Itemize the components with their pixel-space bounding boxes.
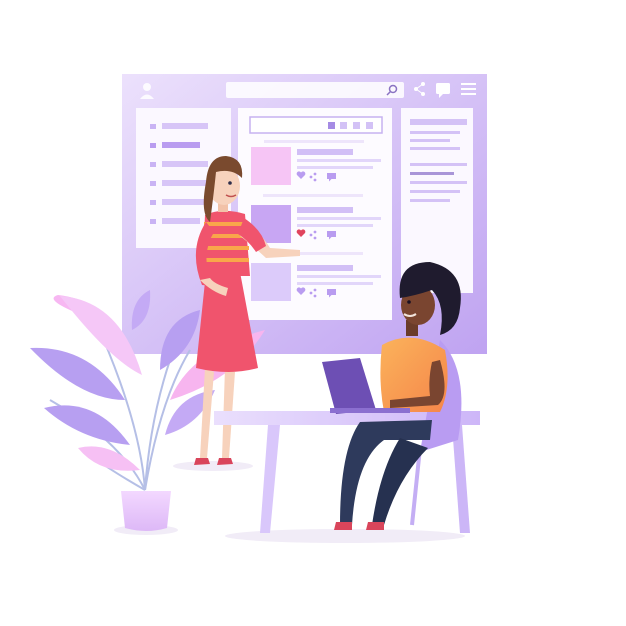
post-text-bar: [297, 224, 373, 227]
post-text-bar: [297, 275, 381, 278]
leaf: [78, 446, 140, 471]
post-text-bar: [297, 159, 381, 162]
floor-shadow-standing: [173, 461, 253, 471]
plant-pot: [121, 491, 171, 531]
leaf: [44, 405, 130, 445]
feed-search-input[interactable]: [249, 116, 383, 134]
post-title-bar: [297, 149, 353, 155]
laptop[interactable]: [322, 358, 376, 414]
post-title-bar: [297, 265, 353, 271]
post-thumbnail: [251, 263, 291, 301]
search-input[interactable]: [226, 82, 404, 98]
post-text-bar: [297, 217, 381, 220]
post-divider: [263, 194, 363, 197]
post-text-bar: [297, 166, 373, 169]
post-thumbnail: [251, 147, 291, 185]
post-title-bar: [297, 207, 353, 213]
menu-icon[interactable]: [461, 83, 476, 95]
illustration: [30, 74, 487, 543]
post-text-bar: [297, 282, 373, 285]
